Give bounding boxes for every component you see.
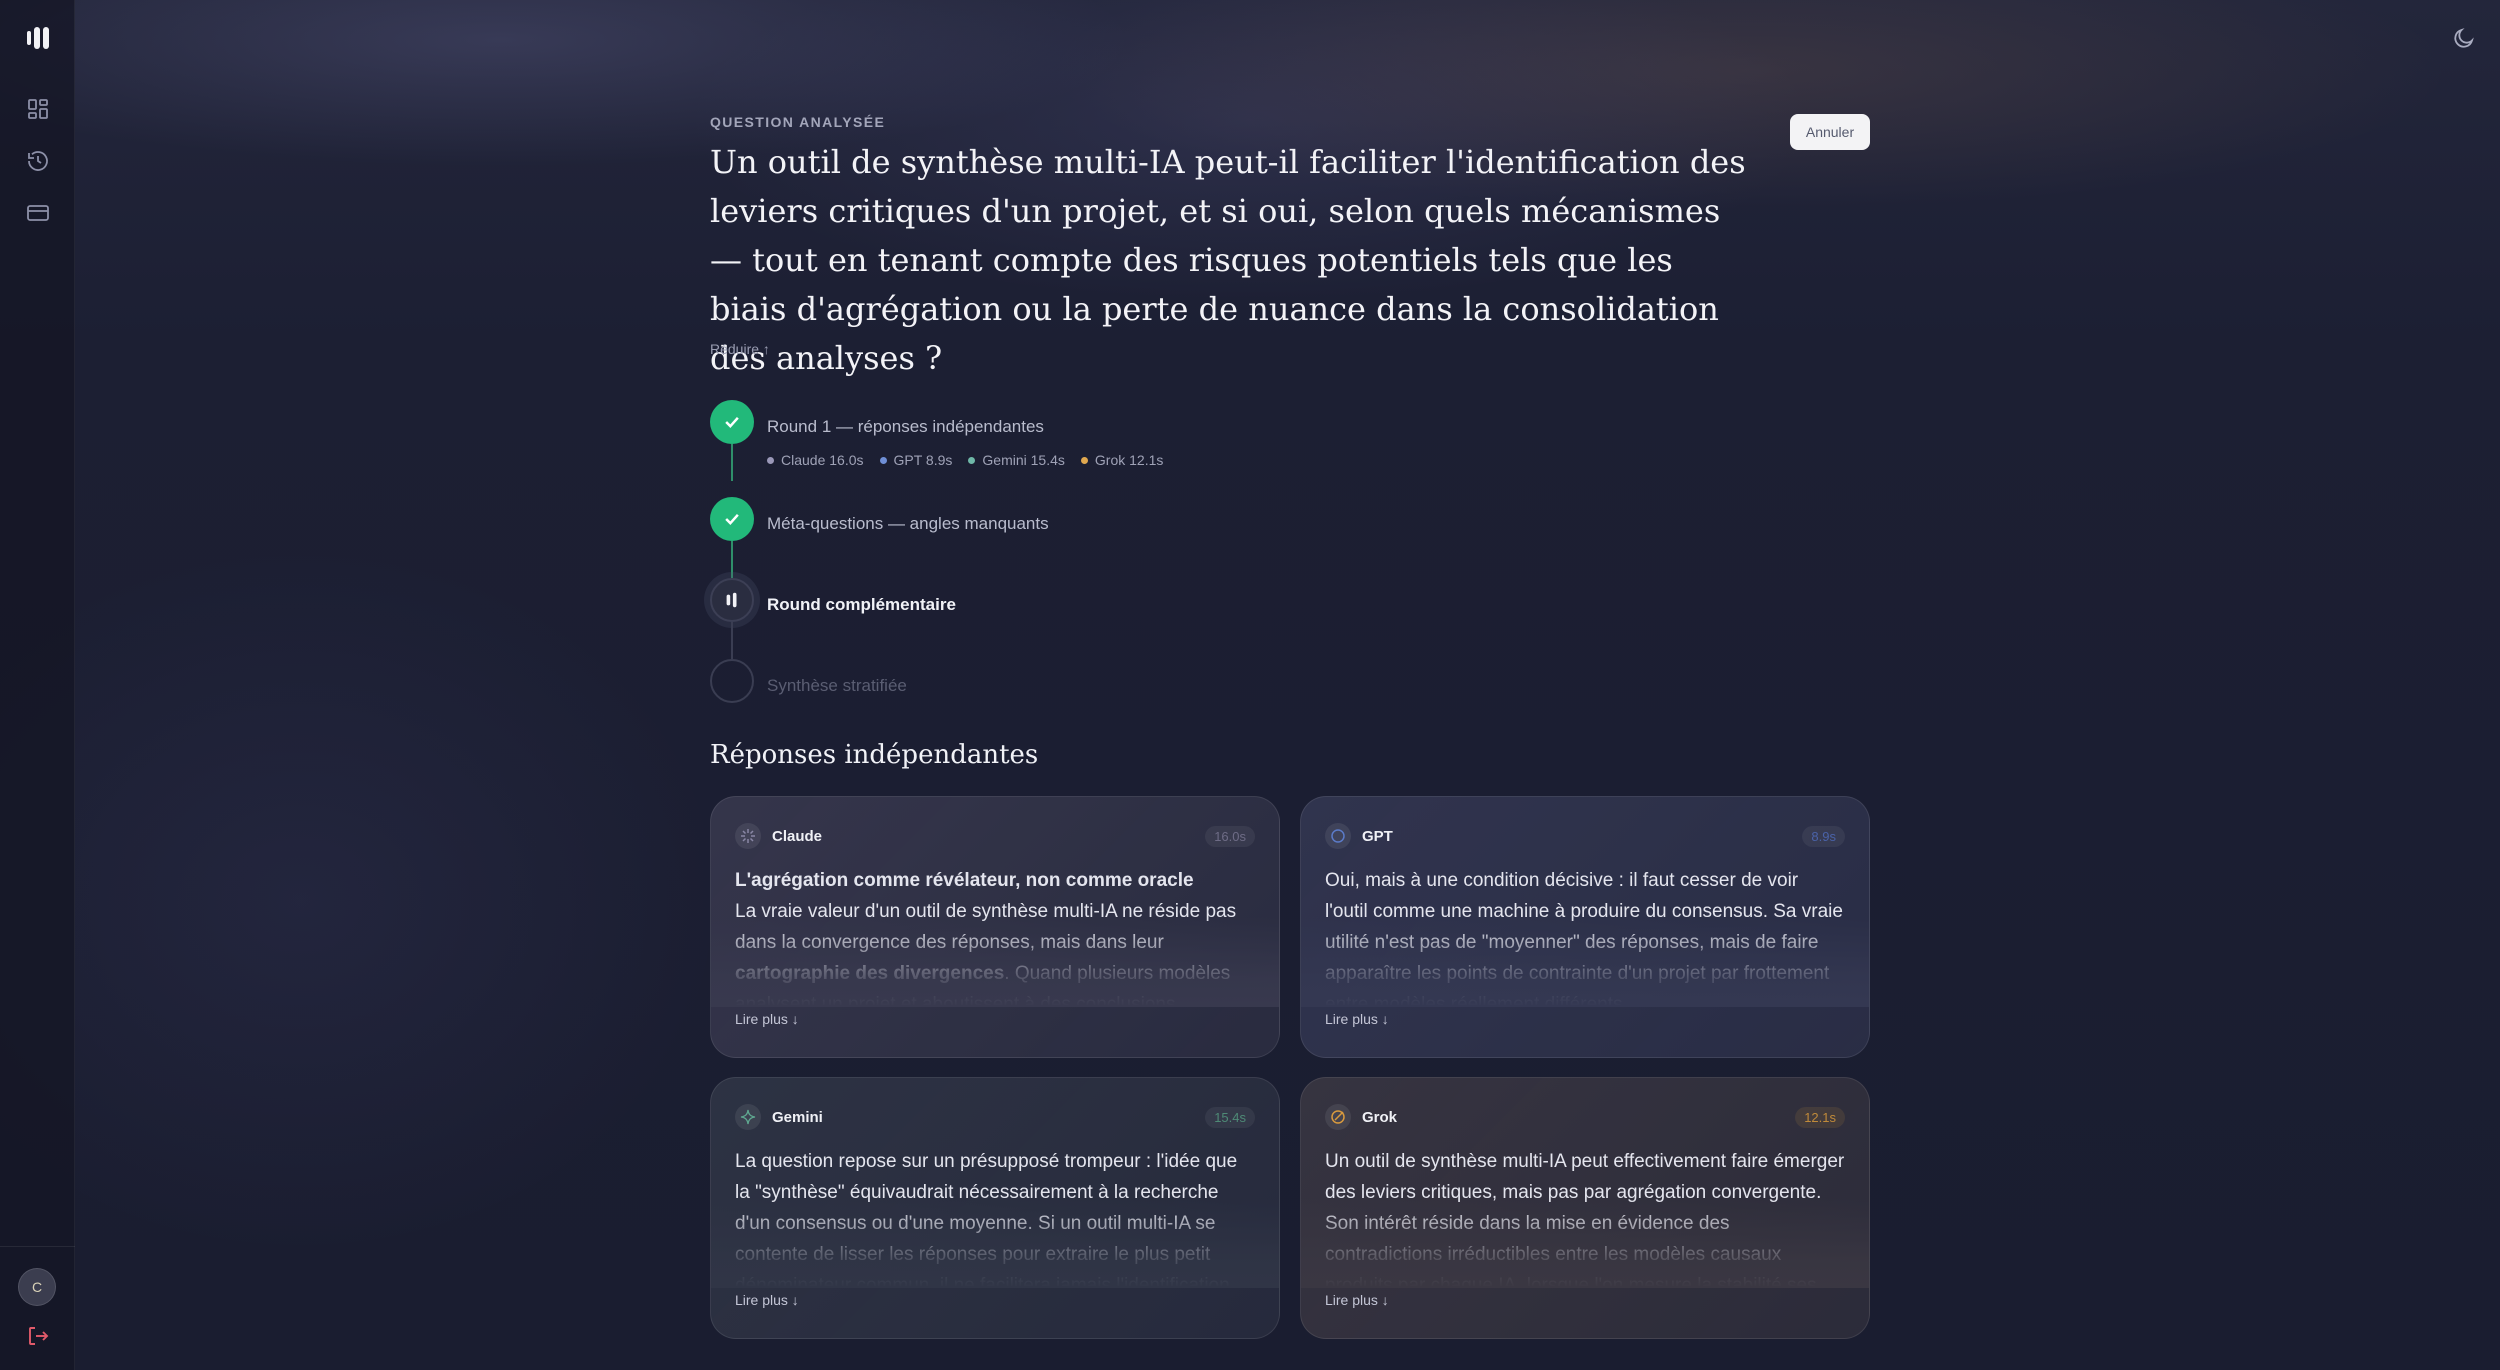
- sidebar: C: [0, 0, 75, 1370]
- cancel-button[interactable]: Annuler: [1790, 114, 1870, 150]
- step-connector: [731, 541, 733, 578]
- timing-gpt: GPT 8.9s: [879, 452, 952, 468]
- response-card-grok[interactable]: Grok 12.1s Un outil de synthèse multi-IA…: [1300, 1077, 1870, 1339]
- card-body: L'agrégation comme révélateur, non comme…: [735, 870, 1237, 1005]
- timing-claude: Claude 16.0s: [767, 452, 864, 468]
- sidebar-divider: [0, 1246, 75, 1247]
- card-body: Un outil de synthèse multi-IA peut effec…: [1325, 1151, 1845, 1286]
- gpt-circle-icon: [1325, 823, 1351, 849]
- timings-list: Claude 16.0s GPT 8.9s Gemini 15.4s Grok …: [767, 452, 1163, 468]
- grok-dot-icon: [1080, 456, 1088, 464]
- response-card-gpt[interactable]: GPT 8.9s Oui, mais à une condition décis…: [1300, 796, 1870, 1058]
- grok-ring-icon: [1325, 1104, 1351, 1130]
- card-body: La question repose sur un présupposé tro…: [735, 1151, 1238, 1286]
- billing-card-icon[interactable]: [26, 201, 50, 225]
- step-1-label: Round 1 — réponses indépendantes: [767, 417, 1044, 436]
- card-time-badge: 16.0s: [1205, 825, 1255, 847]
- gemini-sparkle-icon: [735, 1104, 761, 1130]
- timing-grok: Grok 12.1s: [1080, 452, 1163, 468]
- claude-spark-icon: [735, 823, 761, 849]
- read-more-link[interactable]: Lire plus ↓: [1325, 1292, 1389, 1308]
- progress-steps: Round 1 — réponses indépendantes Claude …: [710, 400, 1410, 710]
- step-4-pending-icon: [710, 659, 754, 703]
- step-connector: [731, 444, 733, 481]
- timing-gemini: Gemini 15.4s: [968, 452, 1065, 468]
- step-connector: [731, 622, 733, 659]
- card-model-name: Grok: [1362, 1108, 1398, 1126]
- theme-toggle-moon-icon[interactable]: [2452, 26, 2476, 50]
- logout-icon[interactable]: [26, 1324, 50, 1348]
- read-more-link[interactable]: Lire plus ↓: [735, 1011, 799, 1027]
- card-model-name: Gemini: [772, 1108, 823, 1126]
- card-time-badge: 12.1s: [1795, 1106, 1845, 1128]
- response-card-claude[interactable]: Claude 16.0s L'agrégation comme révélate…: [710, 796, 1280, 1058]
- dashboard-icon[interactable]: [26, 97, 50, 121]
- card-model-name: Claude: [772, 827, 823, 845]
- gemini-dot-icon: [968, 456, 976, 464]
- read-more-link[interactable]: Lire plus ↓: [735, 1292, 799, 1308]
- claude-dot-icon: [767, 456, 774, 464]
- reduce-link[interactable]: Réduire ↑: [710, 341, 770, 357]
- gpt-dot-icon: [879, 456, 887, 464]
- step-2-label: Méta-questions — angles manquants: [767, 514, 1049, 533]
- step-3-label: Round complémentaire: [767, 595, 956, 614]
- read-more-link[interactable]: Lire plus ↓: [1325, 1011, 1389, 1027]
- card-body: Oui, mais à une condition décisive : il …: [1325, 870, 1843, 1005]
- step-2-check-icon: [710, 497, 754, 541]
- avatar[interactable]: C: [18, 1268, 56, 1306]
- question-label: QUESTION ANALYSÉE: [710, 114, 886, 130]
- card-heading: L'agrégation comme révélateur, non comme…: [735, 870, 1194, 891]
- question-text: Un outil de synthèse multi-IA peut-il fa…: [710, 143, 1746, 377]
- card-time-badge: 8.9s: [1802, 825, 1845, 847]
- card-time-badge: 15.4s: [1205, 1106, 1255, 1128]
- response-card-gemini[interactable]: Gemini 15.4s La question repose sur un p…: [710, 1077, 1280, 1339]
- app-logo-icon[interactable]: [25, 24, 51, 52]
- step-3-spinner-icon: [710, 578, 754, 622]
- history-icon[interactable]: [26, 149, 50, 173]
- card-model-name: GPT: [1362, 827, 1393, 845]
- step-4-label: Synthèse stratifiée: [767, 676, 907, 695]
- step-1-check-icon: [710, 400, 754, 444]
- section-title: Réponses indépendantes: [710, 740, 1039, 770]
